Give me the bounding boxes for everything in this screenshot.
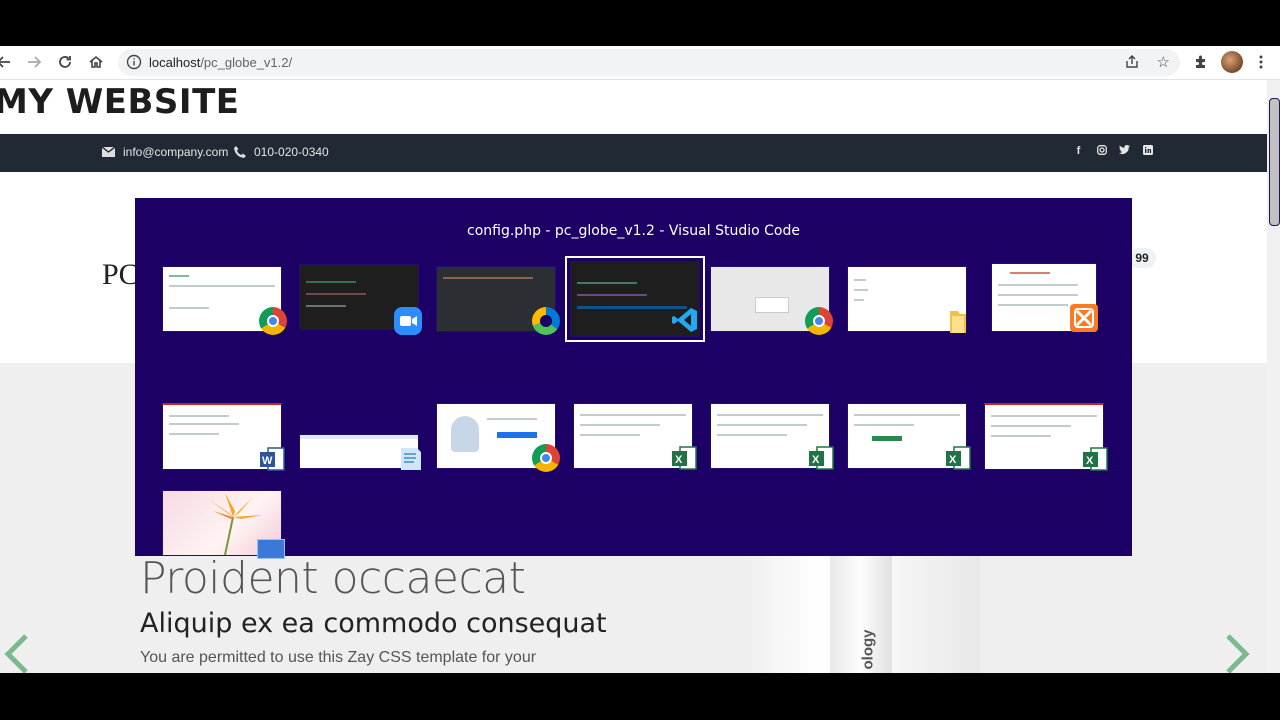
linkedin-icon[interactable] <box>1142 145 1153 158</box>
browser-toolbar: localhost/pc_globe_v1.2/ ☆ <box>0 46 1280 80</box>
word-icon: W <box>258 445 286 473</box>
window-thumb-xampp[interactable] <box>991 263 1098 332</box>
window-thumb-excel-2[interactable]: X <box>710 403 834 470</box>
window-thumb-chrome-2[interactable] <box>710 266 833 335</box>
email-contact[interactable]: info@company.com <box>102 145 228 159</box>
back-icon[interactable] <box>0 52 14 72</box>
folder-icon <box>944 307 972 335</box>
extensions-icon[interactable] <box>1191 52 1211 72</box>
carousel-next-icon[interactable] <box>1222 633 1252 673</box>
page-scrollbar[interactable] <box>1267 80 1280 673</box>
svg-text:X: X <box>812 454 820 466</box>
site-logo[interactable]: PC <box>102 258 139 292</box>
info-icon[interactable] <box>126 54 142 70</box>
svg-text:W: W <box>262 455 273 467</box>
svg-text:X: X <box>675 454 683 466</box>
chrome-icon <box>532 444 560 472</box>
product-image: ology <box>750 545 980 673</box>
carousel-prev-icon[interactable] <box>2 633 32 673</box>
bookmark-star-icon[interactable]: ☆ <box>1157 53 1170 71</box>
screen: localhost/pc_globe_v1.2/ ☆ MY WEBSITE in… <box>0 46 1280 673</box>
hero-heading: Proident occaecat <box>140 553 526 604</box>
phone-icon <box>234 146 246 158</box>
hero-text: You are permitted to use this Zay CSS te… <box>140 649 537 666</box>
scrollbar-thumb[interactable] <box>1269 98 1280 226</box>
switcher-title: config.php - pc_globe_v1.2 - Visual Stud… <box>467 223 800 239</box>
excel-icon: X <box>807 444 835 472</box>
hero-subheading: Aliquip ex ea commodo consequat <box>140 608 607 639</box>
zoom-icon <box>394 307 422 335</box>
forward-icon[interactable] <box>24 52 44 72</box>
product-label: ology <box>859 629 877 670</box>
address-bar[interactable]: localhost/pc_globe_v1.2/ ☆ <box>118 49 1180 76</box>
excel-icon: X <box>1081 445 1109 473</box>
window-thumb-photos[interactable] <box>162 490 285 559</box>
share-icon[interactable] <box>1124 54 1140 70</box>
envelope-icon <box>102 147 115 157</box>
instagram-icon[interactable] <box>1096 145 1107 158</box>
window-thumb-excel-3[interactable]: X <box>847 403 971 470</box>
window-thumb-excel-4[interactable]: X <box>984 403 1108 471</box>
url-text: localhost/pc_globe_v1.2/ <box>149 55 293 70</box>
vscode-icon <box>671 306 699 334</box>
svg-text:X: X <box>949 454 957 466</box>
twitter-icon[interactable] <box>1119 145 1130 158</box>
excel-icon: X <box>670 444 698 472</box>
window-thumb-chrome-1[interactable] <box>162 266 287 335</box>
window-thumb-chrome-3[interactable] <box>436 403 560 472</box>
window-thumb-edge[interactable] <box>436 266 560 335</box>
window-switcher: config.php - pc_globe_v1.2 - Visual Stud… <box>135 198 1132 559</box>
xampp-icon <box>1070 304 1098 332</box>
window-thumb-vscode[interactable] <box>565 256 705 342</box>
window-thumb-excel-1[interactable]: X <box>573 403 697 470</box>
edge-icon <box>532 307 560 335</box>
cart-badge: 99 <box>1128 248 1156 268</box>
notepad-icon <box>396 444 424 472</box>
window-thumb-word[interactable]: W <box>162 403 285 471</box>
chrome-icon <box>259 307 287 335</box>
window-thumb-notepad[interactable] <box>299 434 421 470</box>
phone-contact[interactable]: 010-020-0340 <box>234 145 329 159</box>
facebook-icon[interactable]: f <box>1073 145 1084 158</box>
product-tube: ology <box>830 545 892 673</box>
menu-kebab-icon[interactable] <box>1251 52 1271 72</box>
profile-avatar[interactable] <box>1221 51 1243 73</box>
home-icon[interactable] <box>86 52 106 72</box>
window-thumb-explorer[interactable] <box>847 266 967 333</box>
contact-bar: info@company.com 010-020-0340 f <box>0 134 1267 172</box>
photos-icon <box>257 539 285 559</box>
phone-text: 010-020-0340 <box>254 145 329 159</box>
excel-icon: X <box>944 444 972 472</box>
social-links: f <box>1073 145 1153 158</box>
chrome-icon <box>805 307 833 335</box>
site-title: MY WEBSITE <box>0 82 240 122</box>
reload-icon[interactable] <box>55 52 75 72</box>
window-thumb-zoom[interactable] <box>299 264 422 335</box>
svg-text:X: X <box>1086 455 1094 467</box>
email-text: info@company.com <box>123 145 229 159</box>
